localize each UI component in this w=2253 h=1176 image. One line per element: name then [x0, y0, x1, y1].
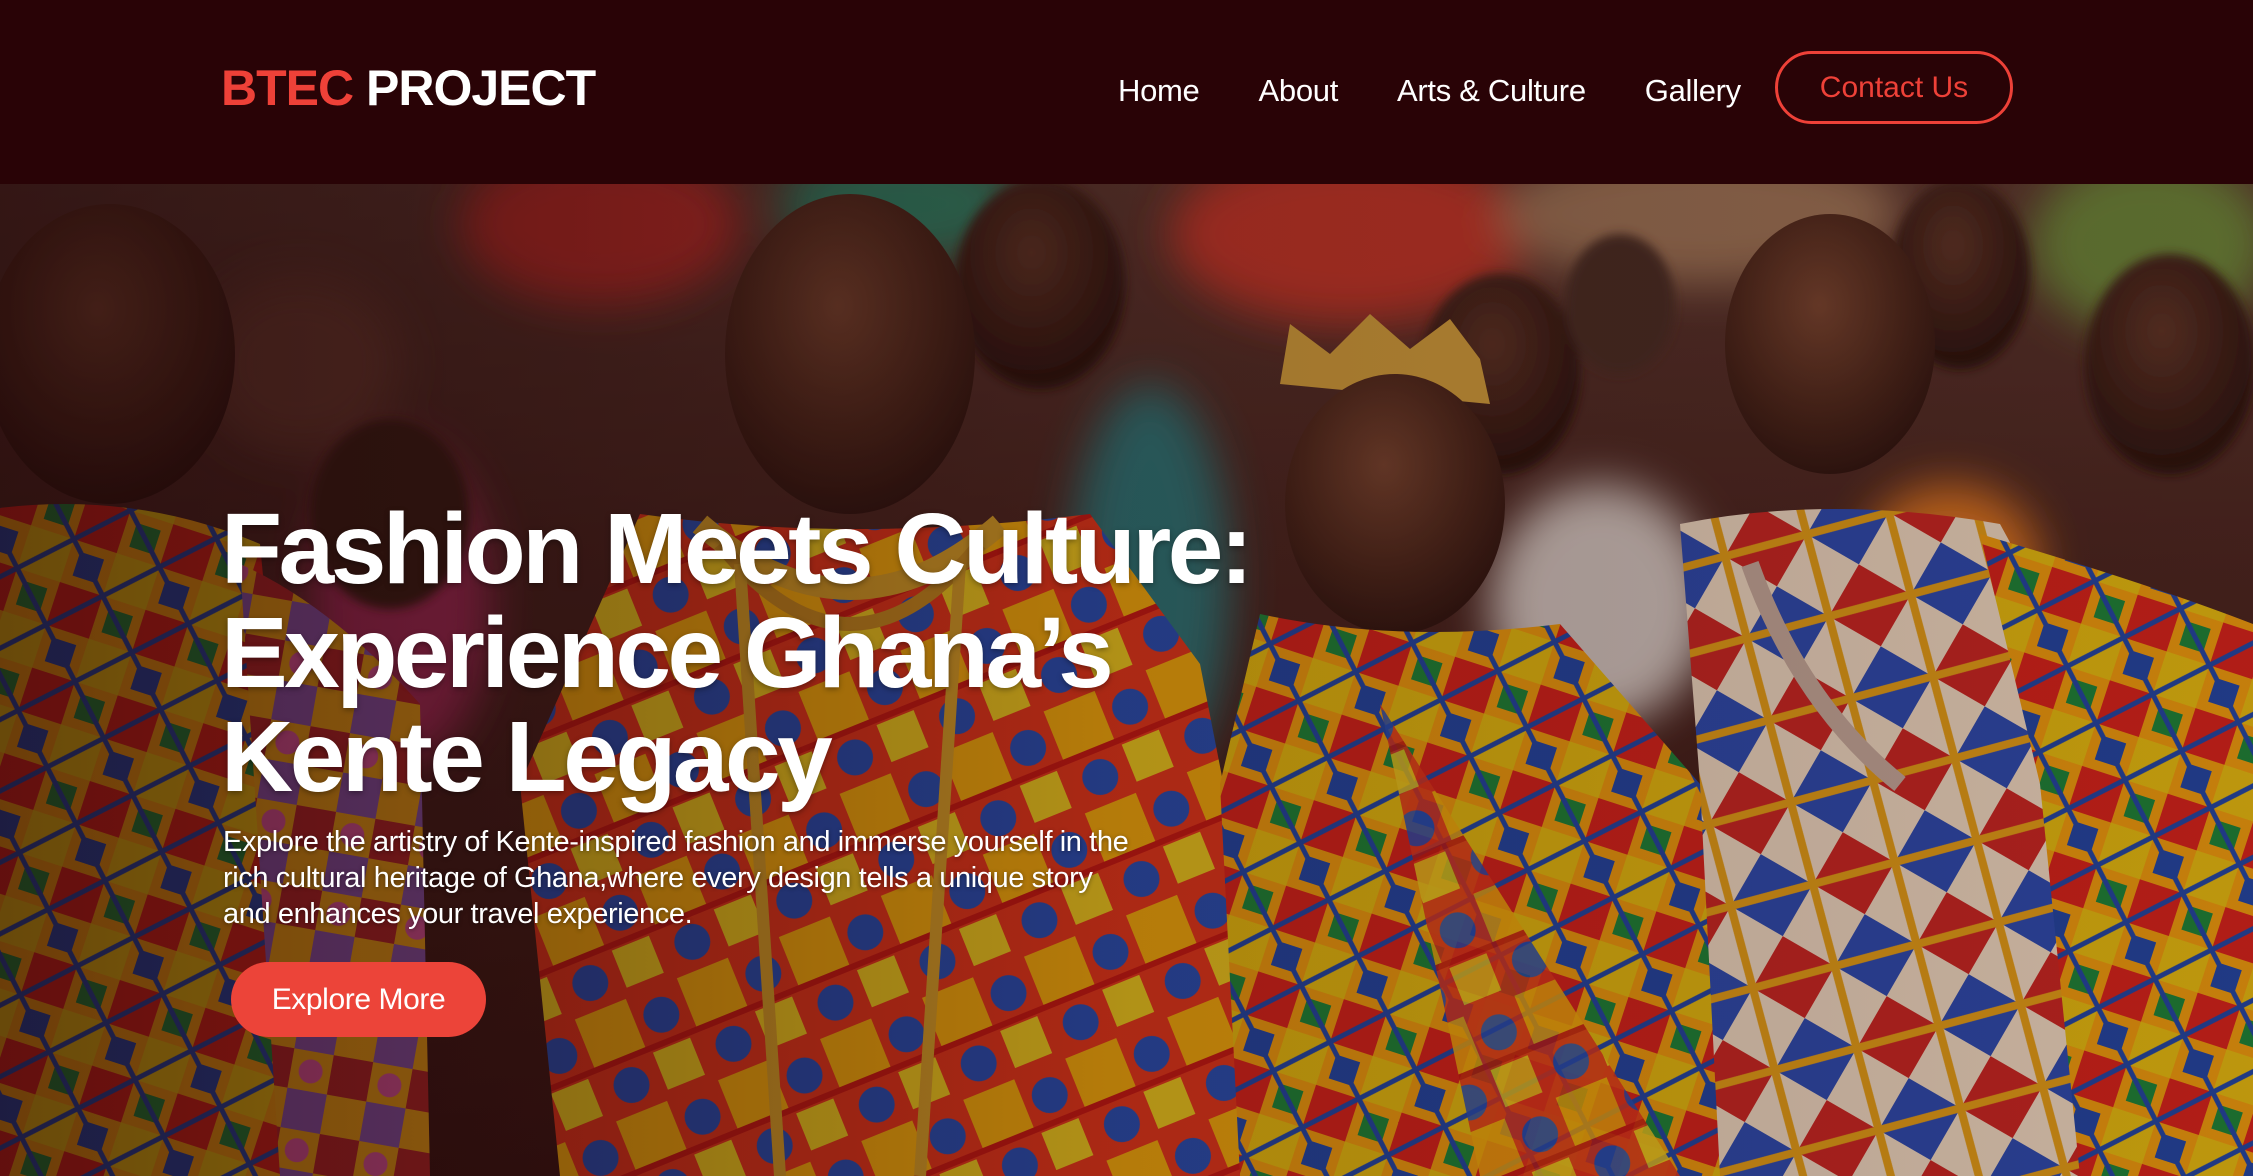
nav-item-home[interactable]: Home — [1118, 66, 1200, 116]
hero-subtitle-line: rich cultural heritage of Ghana,where ev… — [223, 862, 1093, 894]
contact-us-button[interactable]: Contact Us — [1775, 51, 2013, 124]
page: BTEC PROJECT Home About Arts & Culture G… — [0, 0, 2253, 1176]
hero-subtitle-line: Explore the artistry of Kente-inspired f… — [223, 826, 1129, 858]
hero-title: Fashion Meets Culture: Experience Ghana’… — [221, 497, 1421, 809]
explore-more-button[interactable]: Explore More — [231, 962, 486, 1037]
main-nav: Home About Arts & Culture Gallery — [1118, 66, 1741, 116]
nav-item-gallery[interactable]: Gallery — [1645, 66, 1741, 116]
nav-item-about[interactable]: About — [1259, 66, 1339, 116]
hero-section: Fashion Meets Culture: Experience Ghana’… — [0, 184, 2253, 1176]
brand-logo[interactable]: BTEC PROJECT — [221, 58, 596, 118]
brand-logo-text: PROJECT — [366, 60, 596, 116]
hero-title-line: Experience Ghana’s — [221, 597, 1114, 709]
nav-item-arts-culture[interactable]: Arts & Culture — [1397, 66, 1586, 116]
hero-title-line: Kente Legacy — [221, 701, 833, 813]
brand-logo-accent: BTEC — [221, 60, 354, 116]
hero-title-line: Fashion Meets Culture: — [221, 493, 1253, 605]
site-header: BTEC PROJECT Home About Arts & Culture G… — [0, 0, 2253, 184]
hero-subtitle-line: and enhances your travel experience. — [223, 898, 693, 930]
hero-subtitle: Explore the artistry of Kente-inspired f… — [223, 824, 1223, 932]
